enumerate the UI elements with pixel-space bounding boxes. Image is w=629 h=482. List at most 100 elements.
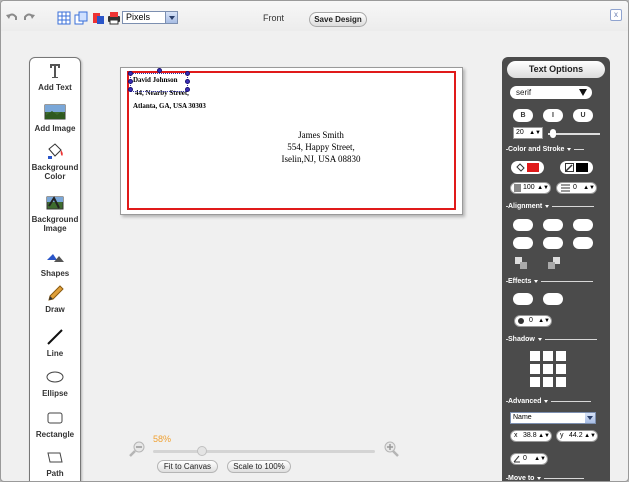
expand-arrow-icon (534, 279, 539, 283)
print-icon[interactable] (107, 11, 121, 25)
resize-handle-br[interactable] (185, 87, 190, 92)
align-top-button[interactable] (513, 237, 533, 249)
recipient-address-text[interactable]: James Smith 554, Happy Street, Iselin,NJ… (251, 129, 391, 165)
add-image-tool[interactable]: Add Image (30, 103, 80, 133)
save-design-button[interactable]: Save Design (309, 12, 367, 27)
rectangle-tool[interactable]: Rectangle (30, 409, 80, 439)
scale-to-100-button[interactable]: Scale to 100% (227, 460, 291, 473)
shadow-section-header[interactable]: Shadow (506, 336, 597, 343)
zoom-in-icon[interactable] (383, 441, 399, 457)
advanced-section-header[interactable]: Advanced (506, 398, 592, 405)
background-color-tool[interactable]: Background Color (30, 142, 80, 181)
stepper-arrows-icon: ▲▼ (583, 185, 595, 191)
layers-icon[interactable] (91, 11, 105, 25)
expand-arrow-icon (537, 476, 542, 480)
zoom-slider-thumb[interactable] (197, 446, 208, 456)
resize-handle-tl[interactable] (128, 71, 133, 76)
flip-vertical-button[interactable] (543, 293, 563, 305)
align-bottom-button[interactable] (573, 237, 593, 249)
expand-arrow-icon (567, 147, 572, 151)
align-middle-button[interactable] (543, 237, 563, 249)
close-icon[interactable]: x (610, 9, 622, 21)
font-family-select[interactable]: serif (510, 86, 592, 99)
bold-button[interactable]: B (513, 109, 533, 122)
opacity-stepper[interactable]: 100 ▲▼ (510, 182, 551, 194)
shadow-bottom-left[interactable] (530, 377, 540, 387)
shadow-left[interactable] (530, 364, 540, 374)
shadow-top[interactable] (543, 351, 553, 361)
chevron-down-icon (165, 12, 177, 23)
fill-color-button[interactable] (511, 161, 544, 174)
y-position-stepper[interactable]: y 44.2 ▲▼ (556, 430, 598, 442)
shadow-center[interactable] (543, 364, 553, 374)
stroke-width-stepper[interactable]: 0 ▲▼ (556, 182, 597, 194)
background-color-label: Background Color (31, 163, 79, 181)
align-left-button[interactable] (513, 219, 533, 231)
selection-box (130, 73, 188, 92)
effects-section-header[interactable]: Effects (506, 278, 594, 285)
object-name-select[interactable]: Name (510, 412, 596, 424)
ellipse-tool[interactable]: Ellipse (30, 368, 80, 398)
path-tool[interactable]: Path (30, 448, 80, 478)
object-name-value: Name (513, 414, 532, 421)
draw-tool[interactable]: Draw (30, 284, 80, 314)
align-right-button[interactable] (573, 219, 593, 231)
stroke-color-button[interactable] (560, 161, 593, 174)
bring-forward-icon[interactable] (547, 256, 561, 270)
resize-handle-bl[interactable] (128, 87, 133, 92)
effects-label: Effects (508, 278, 532, 285)
shadow-top-left[interactable] (530, 351, 540, 361)
opacity-value: 100 (523, 184, 535, 191)
font-size-stepper[interactable]: 20 ▲▼ (513, 127, 543, 139)
resize-handle-mr[interactable] (185, 79, 190, 84)
line-tool[interactable]: Line (30, 328, 80, 358)
design-canvas[interactable]: David Johnson 44, Nearby Street, Atlanta… (120, 67, 463, 215)
background-image-tool[interactable]: Background Image (30, 194, 80, 233)
add-text-tool[interactable]: Add Text (30, 62, 80, 92)
add-text-label: Add Text (38, 83, 72, 92)
x-label: x (514, 432, 518, 439)
zoom-slider-track[interactable] (153, 450, 375, 453)
stepper-arrows-icon: ▲▼ (529, 130, 541, 136)
rotation-angle-stepper[interactable]: 0 ▲▼ (510, 453, 548, 465)
top-toolbar: Pixels Front Save Design x (1, 1, 628, 31)
zoom-out-icon[interactable] (129, 441, 145, 457)
rotate-handle[interactable] (157, 68, 162, 73)
resize-handle-ml[interactable] (128, 79, 133, 84)
shadow-bottom-right[interactable] (556, 377, 566, 387)
redo-icon[interactable] (22, 11, 36, 25)
shadow-top-right[interactable] (556, 351, 566, 361)
grid-icon[interactable] (57, 11, 71, 25)
stroke-width-value: 0 (573, 184, 577, 191)
shapes-tool[interactable]: Shapes (30, 248, 80, 278)
add-image-label: Add Image (34, 124, 76, 133)
ellipse-icon (46, 371, 64, 383)
underline-button[interactable]: U (573, 109, 593, 122)
x-position-stepper[interactable]: x 38.8 ▲▼ (510, 430, 552, 442)
expand-arrow-icon (537, 337, 542, 341)
italic-button[interactable]: I (543, 109, 563, 122)
color-stroke-section-header[interactable]: Color and Stroke (506, 146, 585, 153)
pencil-icon (48, 285, 64, 301)
align-center-button[interactable] (543, 219, 563, 231)
recipient-city: Iselin,NJ, USA 08830 (281, 154, 361, 164)
ellipse-label: Ellipse (42, 389, 68, 398)
resize-handle-tr[interactable] (185, 71, 190, 76)
shadow-right[interactable] (556, 364, 566, 374)
angle-icon (513, 455, 520, 463)
send-backward-icon[interactable] (514, 256, 528, 270)
undo-icon[interactable] (5, 11, 19, 25)
move-to-section-header[interactable]: Move to (506, 475, 585, 481)
effect-stepper[interactable]: 0 ▲▼ (514, 315, 552, 327)
font-size-slider-thumb[interactable] (550, 129, 556, 138)
background-image-icon (46, 195, 64, 210)
fit-to-canvas-button[interactable]: Fit to Canvas (157, 460, 218, 473)
alignment-section-header[interactable]: Alignment (506, 203, 595, 210)
shadow-bottom[interactable] (543, 377, 553, 387)
copy-icon[interactable] (74, 11, 88, 25)
paint-bucket-icon (516, 163, 525, 172)
rectangle-label: Rectangle (35, 430, 75, 439)
flip-horizontal-button[interactable] (513, 293, 533, 305)
stepper-arrows-icon: ▲▼ (534, 456, 546, 462)
unit-select[interactable]: Pixels (122, 11, 178, 24)
